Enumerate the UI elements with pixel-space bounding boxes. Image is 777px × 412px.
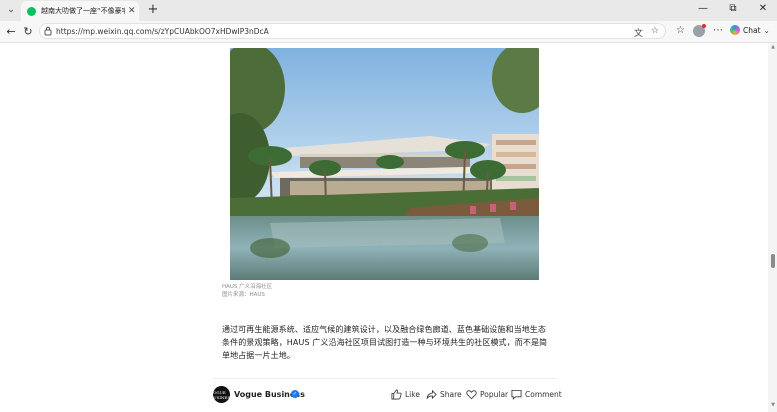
account-avatar[interactable]: VOGUE BUSINESS (210, 386, 233, 403)
share-icon (426, 389, 437, 400)
popular-label: Popular (480, 390, 509, 399)
scrollbar-thumb[interactable] (771, 254, 775, 268)
favorite-star-icon[interactable]: ☆ (651, 26, 659, 39)
restore-icon[interactable]: ⧉ (727, 3, 739, 14)
translate-icon[interactable]: 文 (634, 26, 643, 39)
tab-close-icon[interactable]: ✕ (128, 6, 136, 16)
share-label: Share (440, 390, 462, 399)
tab-title: 越南大叻做了一座“不像豪宅”的海 (41, 7, 125, 15)
chat-label: Chat (743, 25, 761, 35)
more-menu-icon[interactable]: ⋯ (713, 25, 723, 36)
url-text: https://mp.weixin.qq.com/s/zYpCUAbkOO7xH… (56, 27, 269, 36)
caption-title: HAUS 广义沿海社区 (222, 284, 273, 290)
verified-badge-icon: ✓ (291, 390, 299, 398)
article-photo (230, 48, 539, 280)
new-tab-plus-icon[interactable]: + (146, 2, 160, 17)
close-window-icon[interactable]: ✕ (757, 3, 769, 14)
page-scrollbar[interactable] (768, 43, 777, 412)
address-bar-icons: 文 ☆ (634, 26, 659, 39)
scroll-up-arrow-icon[interactable]: ▲ (771, 44, 775, 50)
window-controls: — ⧉ ✕ (697, 3, 769, 14)
active-tab[interactable]: 越南大叻做了一座“不像豪宅”的海 ✕ (21, 1, 139, 21)
minimize-icon[interactable]: — (697, 3, 709, 14)
comment-button[interactable]: Comment (511, 389, 562, 400)
thumbs-up-icon (391, 389, 402, 400)
copilot-chat-button[interactable]: Chat ⌄ (730, 25, 770, 35)
comment-icon (511, 389, 522, 400)
tab-list-chevron-icon[interactable]: ⌄ (4, 3, 18, 17)
favorites-icon[interactable]: ☆ (676, 25, 685, 36)
notification-dot-icon (702, 24, 706, 28)
address-bar[interactable]: https://mp.weixin.qq.com/s/zYpCUAbkOO7xH… (39, 23, 666, 39)
wechat-favicon-icon (27, 6, 36, 16)
tab-strip: ⌄ 越南大叻做了一座“不像豪宅”的海 ✕ + — ⧉ ✕ (0, 0, 777, 21)
footer-divider (213, 378, 556, 379)
caption-source: 图片来源：HAUS (222, 292, 265, 298)
scroll-down-arrow-icon[interactable]: ▼ (771, 402, 775, 408)
like-label: Like (405, 390, 420, 399)
back-arrow-icon[interactable]: ← (5, 25, 17, 38)
article-footer: VOGUE BUSINESS Vogue Business ✓ Like Sha… (210, 386, 562, 404)
chat-dropdown-icon[interactable]: ⌄ (764, 26, 770, 35)
share-button[interactable]: Share (426, 389, 462, 400)
browser-toolbar: ← ↻ https://mp.weixin.qq.com/s/zYpCUAbkO… (0, 21, 777, 43)
copilot-logo-icon (730, 25, 740, 35)
refresh-icon[interactable]: ↻ (22, 25, 34, 38)
popular-button[interactable]: Popular (466, 389, 508, 400)
like-button[interactable]: Like (391, 389, 420, 400)
comment-label: Comment (525, 390, 562, 399)
lock-icon (44, 26, 52, 36)
article-paragraph: 通过可再生能源系统、适应气候的建筑设计，以及融合绿色廊道、蓝色基础设施和当地生态… (222, 325, 548, 360)
photo-caption: HAUS 广义沿海社区 图片来源：HAUS (222, 283, 272, 299)
heart-icon (466, 390, 477, 400)
